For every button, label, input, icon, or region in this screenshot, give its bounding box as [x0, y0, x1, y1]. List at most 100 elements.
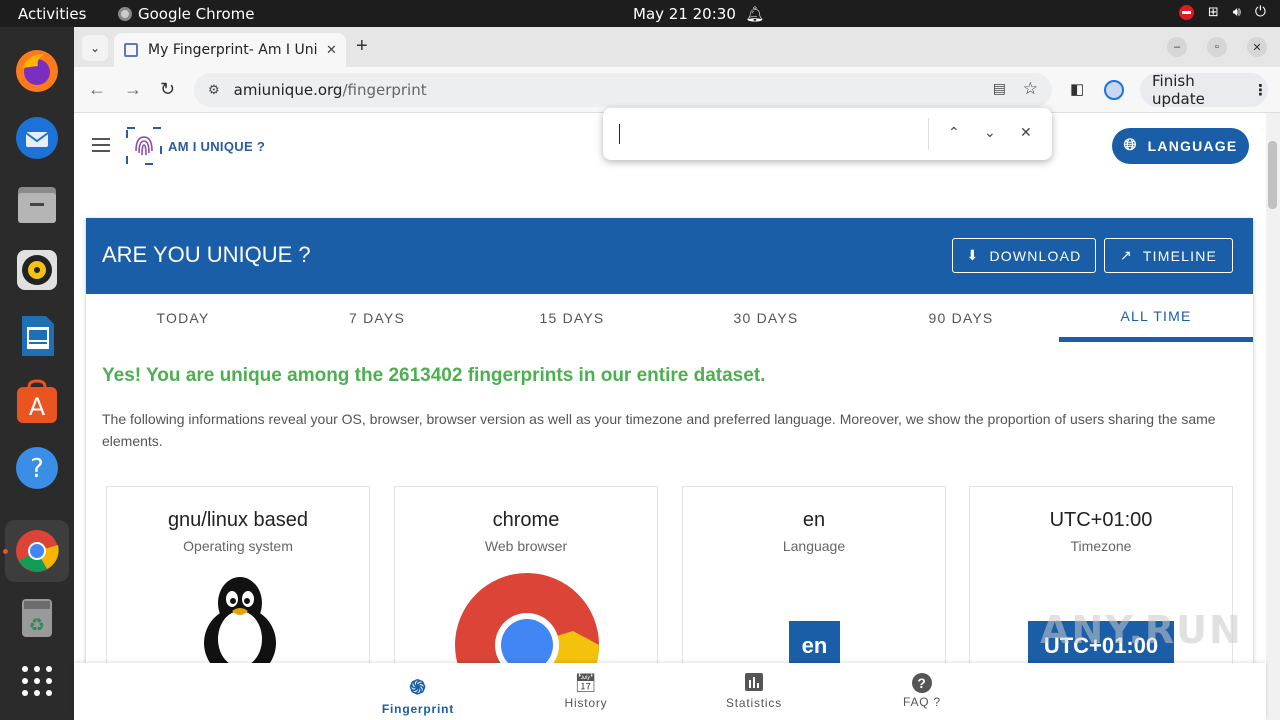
timeline-button[interactable]: ↗ TIMELINE	[1104, 238, 1233, 273]
download-button[interactable]: ⬇ DOWNLOAD	[952, 238, 1096, 273]
close-window-button[interactable]: ✕	[1247, 37, 1267, 57]
side-panel-icon[interactable]: ◧	[1070, 80, 1084, 98]
app-menu-label: Google Chrome	[138, 5, 255, 23]
nav-statistics[interactable]: Statistics	[694, 673, 814, 710]
card-value: gnu/linux based	[167, 509, 309, 531]
app-center-icon[interactable]: A	[13, 378, 61, 426]
site-info-icon[interactable]: ⚙	[208, 83, 220, 98]
download-label: DOWNLOAD	[989, 247, 1082, 264]
page-favicon-icon	[124, 43, 138, 57]
network-icon: ⊞	[1207, 4, 1219, 20]
thunderbird-icon[interactable]	[13, 114, 61, 162]
maximize-button[interactable]: ▫	[1207, 37, 1227, 57]
kebab-menu-icon[interactable]: ⋮	[1253, 81, 1268, 99]
system-tray[interactable]: ⊞ 🔊︎ ⏻	[1178, 4, 1266, 20]
trash-icon[interactable]: ♻	[13, 594, 61, 642]
tab-label: 7 DAYS	[349, 310, 405, 326]
browser-toolbar: ← → ↻ ⚙ amiunique.org/fingerprint ▤ ☆ ◧ …	[74, 67, 1280, 113]
activities-button[interactable]: Activities	[18, 5, 86, 23]
browser-card: chrome Web browser	[394, 486, 658, 717]
globe-icon: 🌐︎	[1123, 137, 1138, 154]
tab-90-days[interactable]: 90 DAYS	[864, 294, 1058, 342]
files-icon[interactable]	[13, 180, 61, 228]
forward-button[interactable]: →	[124, 79, 142, 100]
history-icon: 📅︎	[574, 673, 598, 693]
power-icon: ⏻	[1254, 4, 1266, 20]
banner-title: ARE YOU UNIQUE ?	[102, 242, 311, 267]
finish-update-button[interactable]: Finish update ⋮	[1140, 72, 1268, 108]
badge-text: en	[801, 633, 828, 658]
tab-label: TODAY	[156, 310, 210, 326]
scrollbar-thumb[interactable]	[1268, 141, 1277, 209]
watermark-text: ANY.RUN	[1040, 608, 1243, 652]
chevron-down-icon: ⌄	[89, 41, 101, 55]
app-menu[interactable]: Google Chrome	[118, 5, 255, 23]
firefox-icon[interactable]	[13, 47, 61, 95]
tab-strip: ⌄ My Fingerprint- Am I Uni ✕ + – ▫ ✕	[74, 27, 1280, 67]
minimize-button[interactable]: –	[1167, 37, 1187, 57]
tab-label: 30 DAYS	[733, 310, 799, 326]
nav-label: History	[564, 696, 608, 710]
hamburger-menu-icon[interactable]	[92, 138, 110, 152]
card-label: Timezone	[1070, 538, 1132, 554]
trending-icon: ↗	[1119, 247, 1133, 263]
chrome-icon[interactable]	[13, 527, 61, 575]
find-input[interactable]	[613, 116, 923, 152]
reader-mode-icon[interactable]: ▤	[993, 81, 1006, 97]
libreoffice-writer-icon[interactable]	[13, 312, 61, 360]
tux-linux-icon	[204, 577, 276, 669]
chrome-small-icon	[118, 7, 132, 21]
language-card: en Language en	[682, 486, 946, 686]
clock[interactable]: May 21 20:30 🔔︎	[633, 5, 764, 23]
nav-fingerprint[interactable]: ֍ Fingerprint	[358, 673, 478, 716]
bell-icon: 🔔︎	[745, 5, 765, 23]
tab-all-time[interactable]: ALL TIME	[1059, 294, 1253, 342]
tab-15-days[interactable]: 15 DAYS	[475, 294, 669, 342]
bottom-navigation: ֍ Fingerprint 📅︎ History Statistics ? FA…	[74, 663, 1266, 720]
language-button[interactable]: 🌐︎ LANGUAGE	[1112, 128, 1249, 164]
show-apps-icon[interactable]	[13, 657, 61, 705]
do-not-disturb-icon	[1178, 4, 1194, 20]
bookmark-star-icon[interactable]: ☆	[1023, 79, 1038, 99]
fingerprint-icon: ֍	[409, 677, 427, 699]
back-button[interactable]: ←	[88, 79, 106, 100]
site-logo[interactable]: AM I UNIQUE ?	[126, 127, 265, 165]
nav-faq[interactable]: ? FAQ ?	[862, 673, 982, 709]
nav-label: Statistics	[725, 696, 782, 710]
nav-history[interactable]: 📅︎ History	[526, 673, 646, 710]
help-icon: ?	[912, 673, 932, 693]
page-scrollbar[interactable]	[1266, 113, 1280, 720]
card-label: Language	[782, 538, 846, 554]
tab-7-days[interactable]: 7 DAYS	[280, 294, 474, 342]
address-bar[interactable]: ⚙ amiunique.org/fingerprint ▤ ☆	[194, 73, 1052, 107]
browser-tab[interactable]: My Fingerprint- Am I Uni ✕	[114, 33, 346, 67]
finish-update-label: Finish update	[1152, 72, 1205, 108]
result-description: The following informations reveal your O…	[102, 411, 1216, 449]
tab-30-days[interactable]: 30 DAYS	[669, 294, 863, 342]
tab-search-button[interactable]: ⌄	[82, 35, 108, 61]
find-in-page-bar: ⌃ ⌄ ✕	[603, 108, 1052, 160]
tab-label: ALL TIME	[1120, 307, 1192, 324]
card-value: UTC+01:00	[1049, 509, 1153, 531]
os-card: gnu/linux based Operating system	[106, 486, 370, 686]
dock: A ? ♻	[0, 27, 74, 720]
close-find-button[interactable]: ✕	[1020, 124, 1032, 141]
find-next-button[interactable]: ⌄	[984, 124, 996, 141]
volume-icon: 🔊︎	[1232, 4, 1241, 20]
tab-today[interactable]: TODAY	[86, 294, 280, 342]
reload-button[interactable]: ↻	[160, 79, 175, 100]
help-app-icon[interactable]: ?	[13, 444, 61, 492]
new-tab-button[interactable]: +	[356, 35, 368, 58]
find-previous-button[interactable]: ⌃	[948, 124, 960, 141]
timezone-card: UTC+01:00 Timezone UTC+01:00	[969, 486, 1233, 686]
card-value: chrome	[492, 509, 560, 531]
svg-text:?: ?	[30, 454, 44, 484]
fingerprint-logo-icon	[126, 127, 162, 165]
close-tab-icon[interactable]: ✕	[326, 43, 337, 58]
timeline-label: TIMELINE	[1142, 247, 1218, 264]
rhythmbox-icon[interactable]	[13, 246, 61, 294]
profile-avatar[interactable]	[1104, 80, 1124, 100]
svg-text:♻: ♻	[29, 615, 45, 636]
card-label: Web browser	[484, 538, 568, 554]
system-top-bar: Activities Google Chrome May 21 20:30 🔔︎…	[0, 0, 1280, 27]
